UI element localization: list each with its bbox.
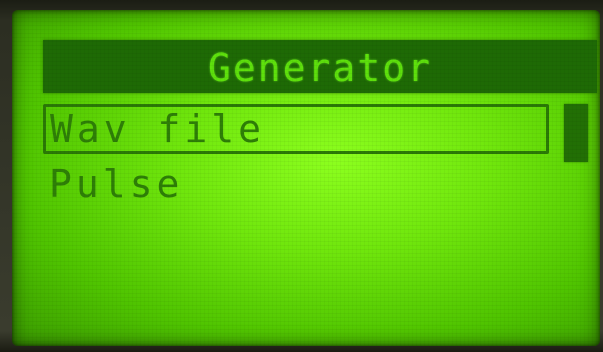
device-frame: Generator Wav file Pulse <box>0 0 603 352</box>
title-bar: Generator <box>43 40 597 93</box>
menu-item-label: Wav file <box>50 107 266 151</box>
lcd-screen: Generator Wav file Pulse <box>12 10 600 346</box>
menu-item-wav-file[interactable]: Wav file <box>43 104 549 154</box>
menu-item-label: Pulse <box>49 162 184 206</box>
screen-title: Generator <box>208 45 432 90</box>
scrollbar-thumb[interactable] <box>564 104 588 162</box>
menu-item-pulse[interactable]: Pulse <box>43 159 183 209</box>
